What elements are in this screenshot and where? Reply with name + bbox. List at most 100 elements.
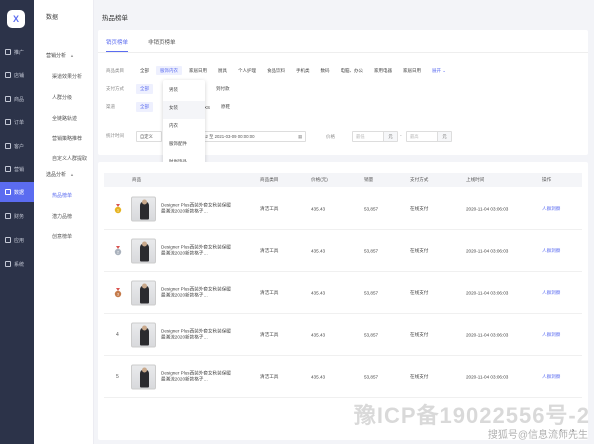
sidebar-item[interactable]: 渠道效果分析	[52, 73, 82, 80]
svg-text:1: 1	[117, 208, 119, 212]
sidebar-group-marketing[interactable]: 营销分析 ▲	[46, 52, 74, 59]
sidebar-item-hot-list[interactable]: 热品榜单	[33, 187, 95, 201]
crowd-insight-link[interactable]: 人群洞察	[542, 206, 560, 212]
rail-item-label: 营销	[14, 166, 25, 173]
calendar-icon: ▦	[297, 133, 302, 139]
category-option[interactable]: 家用电器	[370, 66, 396, 75]
rail-item-label: 店铺	[14, 72, 25, 79]
col-header-sales[interactable]: 销量	[364, 177, 373, 183]
product-name[interactable]: Designer Plus西装外套女秋装保暖最潮流2020新款格子…	[161, 244, 233, 257]
expand-button[interactable]: 展开 ⌄	[428, 66, 450, 76]
category-filter-row: 商品类目 全部 服饰内衣 家居日用 厨具 个人护理 食品饮料 手机类 数码 电脑、办公 家用电器家…	[106, 66, 453, 76]
sidebar-item[interactable]: 潜力品榜	[52, 213, 72, 220]
category-option[interactable]: 厨具	[214, 66, 231, 75]
order-icon	[5, 119, 11, 125]
secondary-sidebar: 数据 营销分析 ▲ 渠道效果分析 人群分级 全链路轨迹 营销策略推荐 自定义人群提取 选…	[33, 0, 95, 444]
rail-item-customer[interactable]: 客户	[0, 136, 34, 156]
price-cell: 435.43	[311, 332, 326, 337]
chevron-down-icon: ⌄	[442, 68, 447, 73]
crowd-insight-link[interactable]: 人群洞察	[542, 290, 560, 296]
category-option[interactable]: 手机类	[292, 66, 314, 75]
sales-cell: 53,857	[364, 374, 379, 379]
payment-cell: 在线支付	[410, 205, 429, 211]
sidebar-item[interactable]: 人群分级	[52, 94, 72, 101]
product-name[interactable]: Designer Plus西装外套女秋装保暖最潮流2020新款格子…	[161, 286, 233, 299]
rail-item-goods[interactable]: 商品	[0, 89, 34, 109]
dropdown-option[interactable]: 女装	[163, 101, 205, 119]
online-time-cell: 2020-11-04 03:06:03	[466, 248, 509, 253]
finance-icon	[5, 213, 11, 219]
price-max-input[interactable]: 最高元	[406, 131, 452, 142]
category-option[interactable]: 电脑、办公	[337, 66, 368, 75]
category-option[interactable]: 服饰内衣	[156, 66, 182, 75]
col-header-action: 操作	[542, 177, 552, 182]
apps-icon	[5, 237, 11, 243]
pay-label: 支付方式	[106, 86, 124, 91]
table-row: 3 Designer Plus西装外套女秋装保暖最潮流2020新款格子… 清洁工具 4…	[104, 272, 582, 314]
sidebar-group-selection[interactable]: 选品分析 ▲	[46, 171, 74, 178]
channel-option-shoes[interactable]: 原鞋	[217, 102, 234, 112]
sidebar-item[interactable]: 自定义人群提取	[52, 155, 87, 162]
app-rail: X 推广店铺商品订单客户营销数据财务应用系统	[0, 0, 34, 444]
online-time-cell: 2020-11-04 03:06:03	[466, 332, 509, 337]
pay-option-cod[interactable]: 到付款	[212, 84, 234, 94]
dropdown-option[interactable]: 内衣	[163, 119, 205, 137]
rail-item-apps[interactable]: 应用	[0, 230, 34, 250]
col-header-price[interactable]: 价格(元)	[311, 177, 328, 183]
rail-item-label: 客户	[14, 143, 25, 150]
category-option[interactable]: 全部	[136, 66, 153, 75]
dropdown-option[interactable]: 服饰配件	[163, 137, 205, 155]
rail-item-marketing[interactable]: 营销	[0, 159, 34, 179]
category-option[interactable]: 家居日用	[399, 66, 425, 75]
price-min-input[interactable]: 最低元	[352, 131, 398, 142]
category-option[interactable]: 个人护理	[234, 66, 260, 75]
channel-option-all[interactable]: 全部	[136, 102, 153, 112]
col-header-online-time[interactable]: 上线时间	[466, 177, 484, 183]
rail-item-store[interactable]: 店铺	[0, 65, 34, 85]
product-thumbnail[interactable]	[131, 364, 156, 389]
crowd-insight-link[interactable]: 人群洞察	[542, 374, 560, 380]
sidebar-item[interactable]: 创意榜单	[52, 233, 72, 240]
rail-item-settings[interactable]: 系统	[0, 254, 34, 274]
time-label: 统计时间	[106, 133, 124, 138]
crowd-insight-link[interactable]: 人群洞察	[542, 248, 560, 254]
dropdown-option[interactable]: 男装	[163, 83, 205, 101]
payment-cell: 在线支付	[410, 247, 429, 253]
rail-item-order[interactable]: 订单	[0, 112, 34, 132]
category-cell: 清洁工具	[260, 289, 279, 295]
product-thumbnail[interactable]	[131, 322, 156, 347]
col-header-category: 商品类目	[260, 177, 279, 182]
app-logo[interactable]: X	[7, 10, 25, 28]
sidebar-item[interactable]: 营销策略推荐	[52, 135, 82, 142]
tabs-divider	[98, 52, 588, 53]
goods-icon	[5, 96, 11, 102]
category-option[interactable]: 食品饮料	[263, 66, 289, 75]
sidebar-item[interactable]: 全链路轨迹	[52, 115, 77, 122]
tab-sales-list[interactable]: 销页榜单	[106, 38, 129, 52]
bronze-medal-icon: 3	[114, 287, 122, 297]
category-option[interactable]: 家居日用	[185, 66, 211, 75]
category-option[interactable]: 数码	[317, 66, 334, 75]
rail-item-data[interactable]: 数据	[0, 182, 34, 202]
svg-text:3: 3	[117, 292, 119, 296]
product-name[interactable]: Designer Plus西装外套女秋装保暖最潮流2020新款格子…	[161, 328, 233, 341]
rank-number: 5	[116, 373, 119, 380]
product-thumbnail[interactable]	[131, 238, 156, 263]
category-dropdown-menu: 男装女装内衣服饰配件时尚饰品	[163, 80, 205, 172]
sales-cell: 53,857	[364, 248, 379, 253]
rail-item-finance[interactable]: 财务	[0, 206, 34, 226]
category-cell: 清洁工具	[260, 247, 279, 253]
watermark-subtext: 搜狐号@信息流师先生	[487, 430, 588, 441]
payment-cell: 在线支付	[410, 373, 429, 379]
col-header-payment: 支付方式	[410, 177, 429, 182]
time-mode-select[interactable]: 自定义	[136, 131, 162, 142]
product-thumbnail[interactable]	[131, 280, 156, 305]
crowd-insight-link[interactable]: 人群洞察	[542, 332, 560, 338]
tab-non-sales-list[interactable]: 非销页榜单	[148, 38, 176, 52]
product-name[interactable]: Designer Plus西装外套女秋装保暖最潮流2020新款格子…	[161, 202, 233, 215]
pay-option-all[interactable]: 全部	[136, 84, 153, 94]
product-name[interactable]: Designer Plus西装外套女秋装保暖最潮流2020新款格子…	[161, 370, 233, 383]
rail-item-megaphone[interactable]: 推广	[0, 42, 34, 62]
customer-icon	[5, 143, 11, 149]
product-thumbnail[interactable]	[131, 196, 156, 221]
